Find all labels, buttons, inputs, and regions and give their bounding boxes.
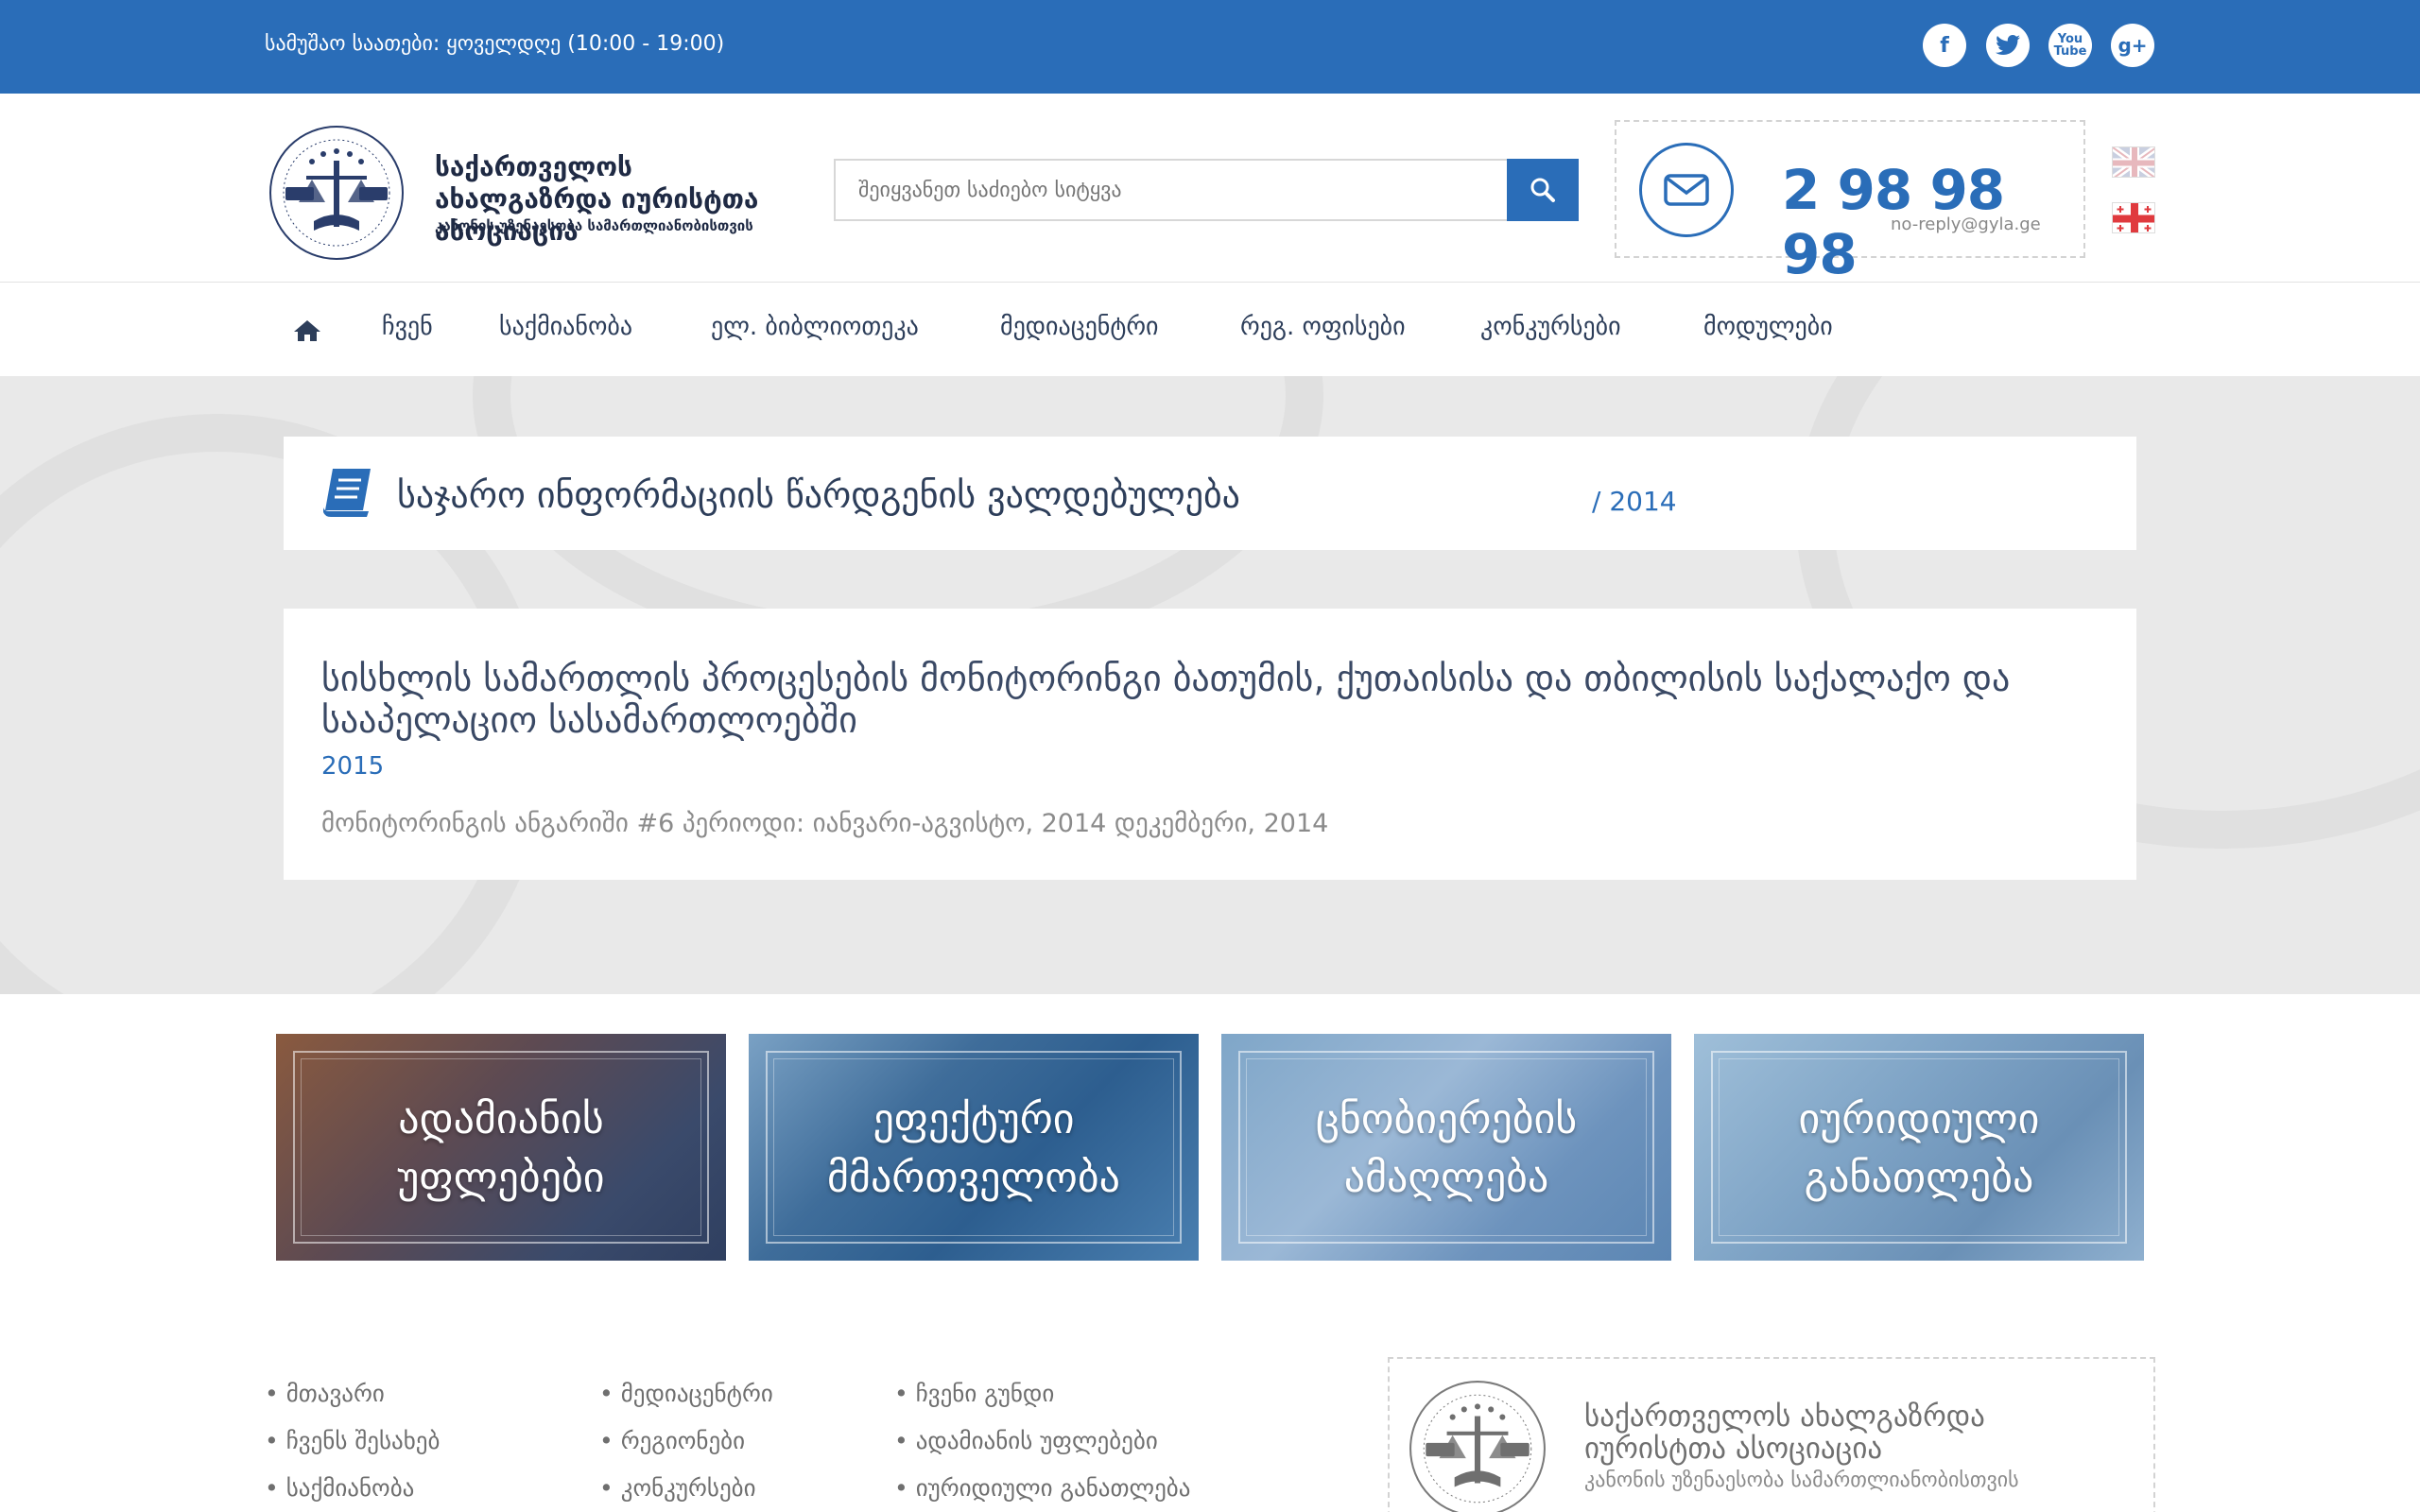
search-button[interactable]: [1507, 159, 1579, 221]
footer-link-contests[interactable]: • კონკურსები: [599, 1474, 756, 1502]
footer-link-regions[interactable]: • რეგიონები: [599, 1427, 745, 1454]
footer-link-label: რეგიონები: [620, 1427, 746, 1454]
nav-item-modules[interactable]: მოდულები: [1703, 313, 1833, 341]
footer-link-label: ჩვენს შესახებ: [285, 1427, 441, 1454]
footer-org-name: საქართველოს ახალგაზრდა იურისტთა ასოციაცი…: [1584, 1400, 1985, 1466]
english-flag-icon[interactable]: [2112, 146, 2155, 178]
youtube-glyph: You Tube: [2053, 32, 2087, 59]
footer-link-activities[interactable]: • საქმიანობა: [265, 1474, 414, 1502]
tile-label: ეფექტური მმართველობა: [826, 1095, 1121, 1202]
tile-effective-governance[interactable]: ეფექტური მმართველობა: [749, 1034, 1199, 1261]
envelope-shape: [1664, 174, 1709, 206]
document-description: მონიტორინგის ანგარიში #6 პერიოდი: იანვარ…: [321, 809, 1329, 838]
top-bar: სამუშაო საათები: ყოველდღე (10:00 - 19:00…: [0, 0, 2420, 94]
search-input[interactable]: [834, 159, 1507, 221]
facebook-glyph: f: [1940, 33, 1949, 58]
tile-human-rights[interactable]: ადამიანის უფლებები: [276, 1034, 726, 1261]
uk-flag-shape: [2113, 147, 2154, 177]
working-hours: სამუშაო საათები: ყოველდღე (10:00 - 19:00…: [265, 32, 725, 56]
twitter-icon[interactable]: [1986, 24, 2030, 67]
search-icon: [1530, 178, 1555, 202]
book-icon: [323, 469, 371, 517]
contact-box: 2 98 98 98 no-reply@gyla.ge: [1615, 120, 2085, 286]
footer-link-label: იურიდიული განათლება: [915, 1474, 1191, 1502]
footer-link-label: კონკურსები: [620, 1474, 756, 1502]
tile-label: ადამიანის უფლებები: [397, 1095, 605, 1202]
tile-awareness-raising[interactable]: ცნობიერების ამაღლება: [1221, 1034, 1671, 1261]
footer-link-media-center[interactable]: • მედიაცენტრი: [599, 1380, 773, 1407]
google-plus-icon[interactable]: g+: [2111, 24, 2154, 67]
mail-icon[interactable]: [1639, 143, 1734, 237]
document-title[interactable]: სისხლის სამართლის პროცესების მონიტორინგი…: [321, 658, 2099, 741]
page-title: საჯარო ინფორმაციის წარდგენის ვალდებულება: [397, 474, 1240, 516]
nav-item-e-library[interactable]: ელ. ბიბლიოთეკა: [711, 313, 919, 341]
page-title-year: / 2014: [1592, 486, 1677, 517]
footer-link-label: ადამიანის უფლებები: [915, 1427, 1158, 1454]
twitter-bird-shape: [1996, 35, 2020, 55]
nav-item-about[interactable]: ჩვენ: [382, 313, 433, 341]
footer-logo-emblem[interactable]: [1407, 1378, 1548, 1512]
footer-link-label: საქმიანობა: [285, 1474, 415, 1502]
youtube-icon[interactable]: You Tube: [2048, 24, 2092, 67]
footer-org-tagline: კანონის უზენაესობა სამართლიანობისთვის: [1584, 1469, 2019, 1492]
tile-label: ცნობიერების ამაღლება: [1315, 1095, 1578, 1202]
footer-link-home[interactable]: • მთავარი: [265, 1380, 385, 1407]
nav-item-media-center[interactable]: მედიაცენტრი: [1000, 313, 1159, 341]
footer-org-card: საქართველოს ახალგაზრდა იურისტთა ასოციაცი…: [1388, 1357, 2155, 1512]
footer-link-label: მედიაცენტრი: [620, 1380, 773, 1407]
footer-link-legal-education[interactable]: • იურიდიული განათლება: [894, 1474, 1190, 1502]
footer-link-team[interactable]: • ჩვენი გუნდი: [894, 1380, 1054, 1407]
footer-link-human-rights[interactable]: • ადამიანის უფლებები: [894, 1427, 1158, 1454]
georgian-flag-icon[interactable]: [2112, 202, 2155, 233]
tile-legal-education[interactable]: იურიდიული განათლება: [1694, 1034, 2144, 1261]
nav-item-contests[interactable]: კონკურსები: [1480, 313, 1621, 341]
google-plus-glyph: g+: [2118, 34, 2148, 57]
gyla-logo-emblem[interactable]: [267, 123, 406, 263]
email-address[interactable]: no-reply@gyla.ge: [1891, 215, 2041, 234]
document-card[interactable]: სისხლის სამართლის პროცესების მონიტორინგი…: [284, 609, 2136, 880]
footer-link-label: ჩვენი გუნდი: [915, 1380, 1055, 1407]
org-tagline: კანონის უზენაესობა სამართლიანობისთვის: [435, 217, 753, 234]
document-year: 2015: [321, 752, 385, 781]
footer-link-label: მთავარი: [285, 1380, 385, 1407]
search-bar: [834, 159, 1579, 221]
footer-link-about[interactable]: • ჩვენს შესახებ: [265, 1427, 440, 1454]
main-nav: ჩვენ საქმიანობა ელ. ბიბლიოთეკა მედიაცენტ…: [0, 283, 2420, 376]
home-icon[interactable]: [293, 318, 321, 343]
nav-item-regional-offices[interactable]: რეგ. ოფისები: [1240, 313, 1406, 341]
page-title-card: საჯარო ინფორმაციის წარდგენის ვალდებულება…: [284, 437, 2136, 550]
tile-label: იურიდიული განათლება: [1798, 1095, 2040, 1202]
georgia-flag-shape: [2113, 203, 2154, 232]
facebook-icon[interactable]: f: [1923, 24, 1966, 67]
nav-item-activities[interactable]: საქმიანობა: [499, 313, 632, 341]
